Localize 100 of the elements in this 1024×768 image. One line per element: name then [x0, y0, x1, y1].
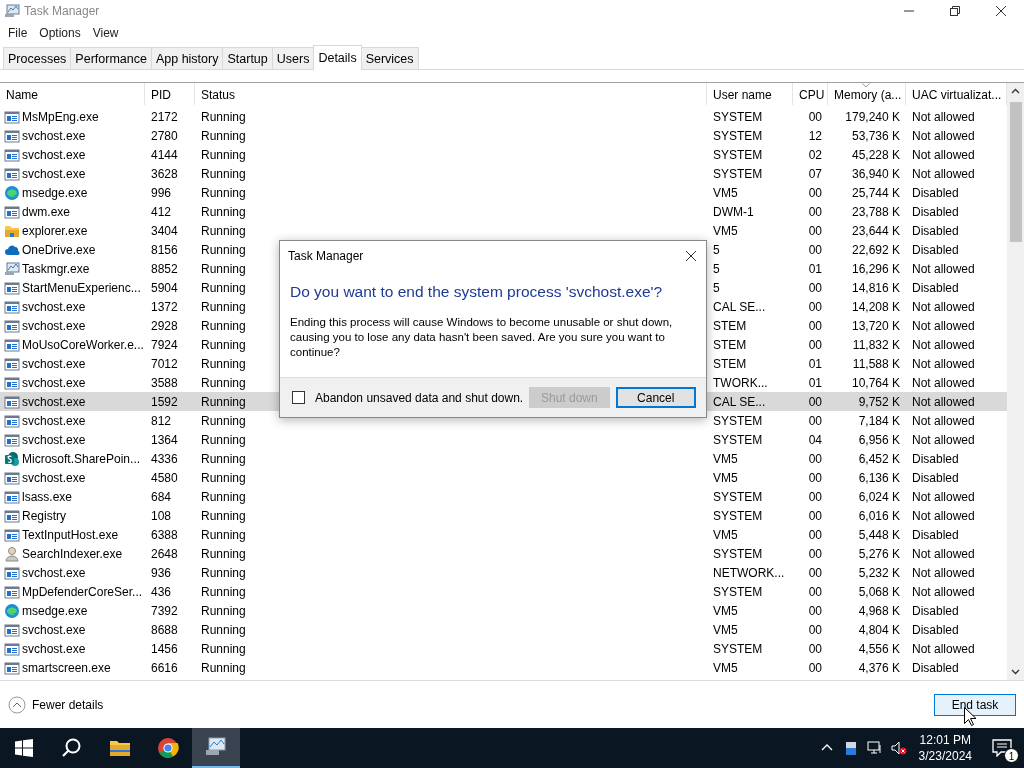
table-cell: 5,276 K — [858, 546, 900, 561]
table-cell: dwm.exe — [22, 204, 71, 219]
taskbar-button[interactable] — [192, 728, 240, 768]
table-cell: 00 — [808, 451, 822, 466]
table-cell: Running — [201, 356, 246, 371]
column-header[interactable]: CPU — [793, 83, 828, 105]
table-cell: msedge.exe — [22, 185, 88, 200]
table-cell: Running — [201, 280, 246, 295]
table-cell: 22,692 K — [851, 242, 900, 257]
table-cell: SYSTEM — [713, 432, 763, 447]
table-cell: 4,376 K — [858, 660, 900, 675]
notifications-button[interactable]: 1 — [980, 728, 1024, 768]
clock[interactable]: 12:01 PM 3/23/2024 — [910, 732, 980, 764]
dialog-title: Task Manager — [288, 249, 364, 263]
table-cell: 5 — [713, 242, 720, 257]
table-cell: 00 — [808, 318, 822, 333]
window-icon — [4, 583, 20, 600]
menu-item[interactable]: View — [86, 26, 125, 40]
table-cell: svchost.exe — [22, 565, 86, 580]
table-cell: Not allowed — [912, 128, 975, 143]
table-cell: 01 — [808, 261, 822, 276]
table-cell: 00 — [808, 546, 822, 561]
table-cell: 25,744 K — [851, 185, 900, 200]
table-cell: Disabled — [912, 280, 959, 295]
table-cell: Disabled — [912, 185, 959, 200]
table-cell: 00 — [808, 470, 822, 485]
menu-item[interactable]: Options — [33, 26, 87, 40]
table-cell: 6,016 K — [858, 508, 900, 523]
tab[interactable]: Details — [313, 45, 362, 70]
table-cell: Disabled — [912, 242, 959, 257]
fewer-details-button[interactable]: Fewer details — [8, 695, 104, 714]
table-cell: SYSTEM — [713, 641, 763, 656]
checkbox[interactable] — [292, 391, 305, 404]
monitor-icon — [4, 3, 20, 19]
table-cell: smartscreen.exe — [22, 660, 111, 675]
tab[interactable]: App history — [150, 47, 224, 69]
dialog-button[interactable]: Cancel — [615, 387, 696, 408]
table-cell: 8852 — [151, 261, 178, 276]
person-icon — [4, 545, 20, 562]
table-cell: 00 — [808, 584, 822, 599]
table-cell: 36,940 K — [851, 166, 900, 181]
table-cell: Running — [201, 546, 246, 561]
table-cell: 12 — [808, 128, 822, 143]
tab[interactable]: Performance — [70, 47, 152, 69]
table-cell: Disabled — [912, 527, 959, 542]
checkbox-label[interactable]: Abandon unsaved data and shut down. — [315, 390, 524, 405]
table-cell: 7924 — [151, 337, 178, 352]
tab[interactable]: Services — [360, 47, 419, 69]
table-cell: Not allowed — [912, 565, 975, 580]
chevron-up-icon — [8, 695, 26, 714]
tab[interactable]: Processes — [3, 47, 72, 69]
table-cell: Disabled — [912, 223, 959, 238]
table-cell: TWORK... — [713, 375, 768, 390]
column-header[interactable]: Name — [0, 83, 145, 105]
table-cell: VM5 — [713, 470, 738, 485]
table-cell: Disabled — [912, 470, 959, 485]
column-header[interactable]: PID — [145, 83, 195, 105]
table-cell: 16,296 K — [851, 261, 900, 276]
table-cell: Not allowed — [912, 432, 975, 447]
table-cell: Not allowed — [912, 641, 975, 656]
window-icon — [4, 621, 20, 638]
end-task-button[interactable]: End task — [934, 693, 1016, 716]
table-cell: 53,736 K — [851, 128, 900, 143]
table-cell: Running — [201, 375, 246, 390]
table-cell: Running — [201, 584, 246, 599]
table-cell: lsass.exe — [22, 489, 73, 504]
table-cell: 6,024 K — [858, 489, 900, 504]
table-cell: STEM — [713, 318, 747, 333]
table-cell: 01 — [808, 356, 822, 371]
table-cell: 00 — [808, 109, 822, 124]
table-cell: Running — [201, 318, 246, 333]
column-header[interactable]: User name — [707, 83, 793, 105]
close-icon — [995, 5, 1007, 17]
window-title: Task Manager — [24, 4, 100, 18]
column-header[interactable]: Memory (a... — [828, 83, 906, 105]
table-cell: Not allowed — [912, 356, 975, 371]
window-icon — [4, 564, 20, 581]
table-cell: 5,448 K — [858, 527, 900, 542]
table-cell: 4144 — [151, 147, 178, 162]
notification-count: 1 — [1004, 748, 1019, 763]
table-cell: 412 — [151, 204, 172, 219]
table-cell: SYSTEM — [713, 489, 763, 504]
window-icon — [4, 469, 20, 486]
column-header[interactable]: Status — [195, 83, 707, 105]
monitor-icon — [4, 260, 20, 277]
table-cell: Running — [201, 128, 246, 143]
table-cell: 00 — [808, 660, 822, 675]
table-cell: SYSTEM — [713, 166, 763, 181]
tab[interactable]: Users — [271, 47, 315, 69]
table-cell: 14,208 K — [851, 299, 900, 314]
table-cell: SYSTEM — [713, 413, 763, 428]
table-cell: 00 — [808, 565, 822, 580]
menu-item[interactable]: File — [2, 26, 34, 40]
table-cell: 6,452 K — [858, 451, 900, 466]
tab[interactable]: Startup — [222, 47, 273, 69]
table-cell: VM5 — [713, 223, 738, 238]
table-cell: Running — [201, 603, 246, 618]
table-cell: VM5 — [713, 451, 738, 466]
scrollbar-thumb[interactable] — [1009, 102, 1022, 242]
table-cell: TextInputHost.exe — [22, 527, 119, 542]
